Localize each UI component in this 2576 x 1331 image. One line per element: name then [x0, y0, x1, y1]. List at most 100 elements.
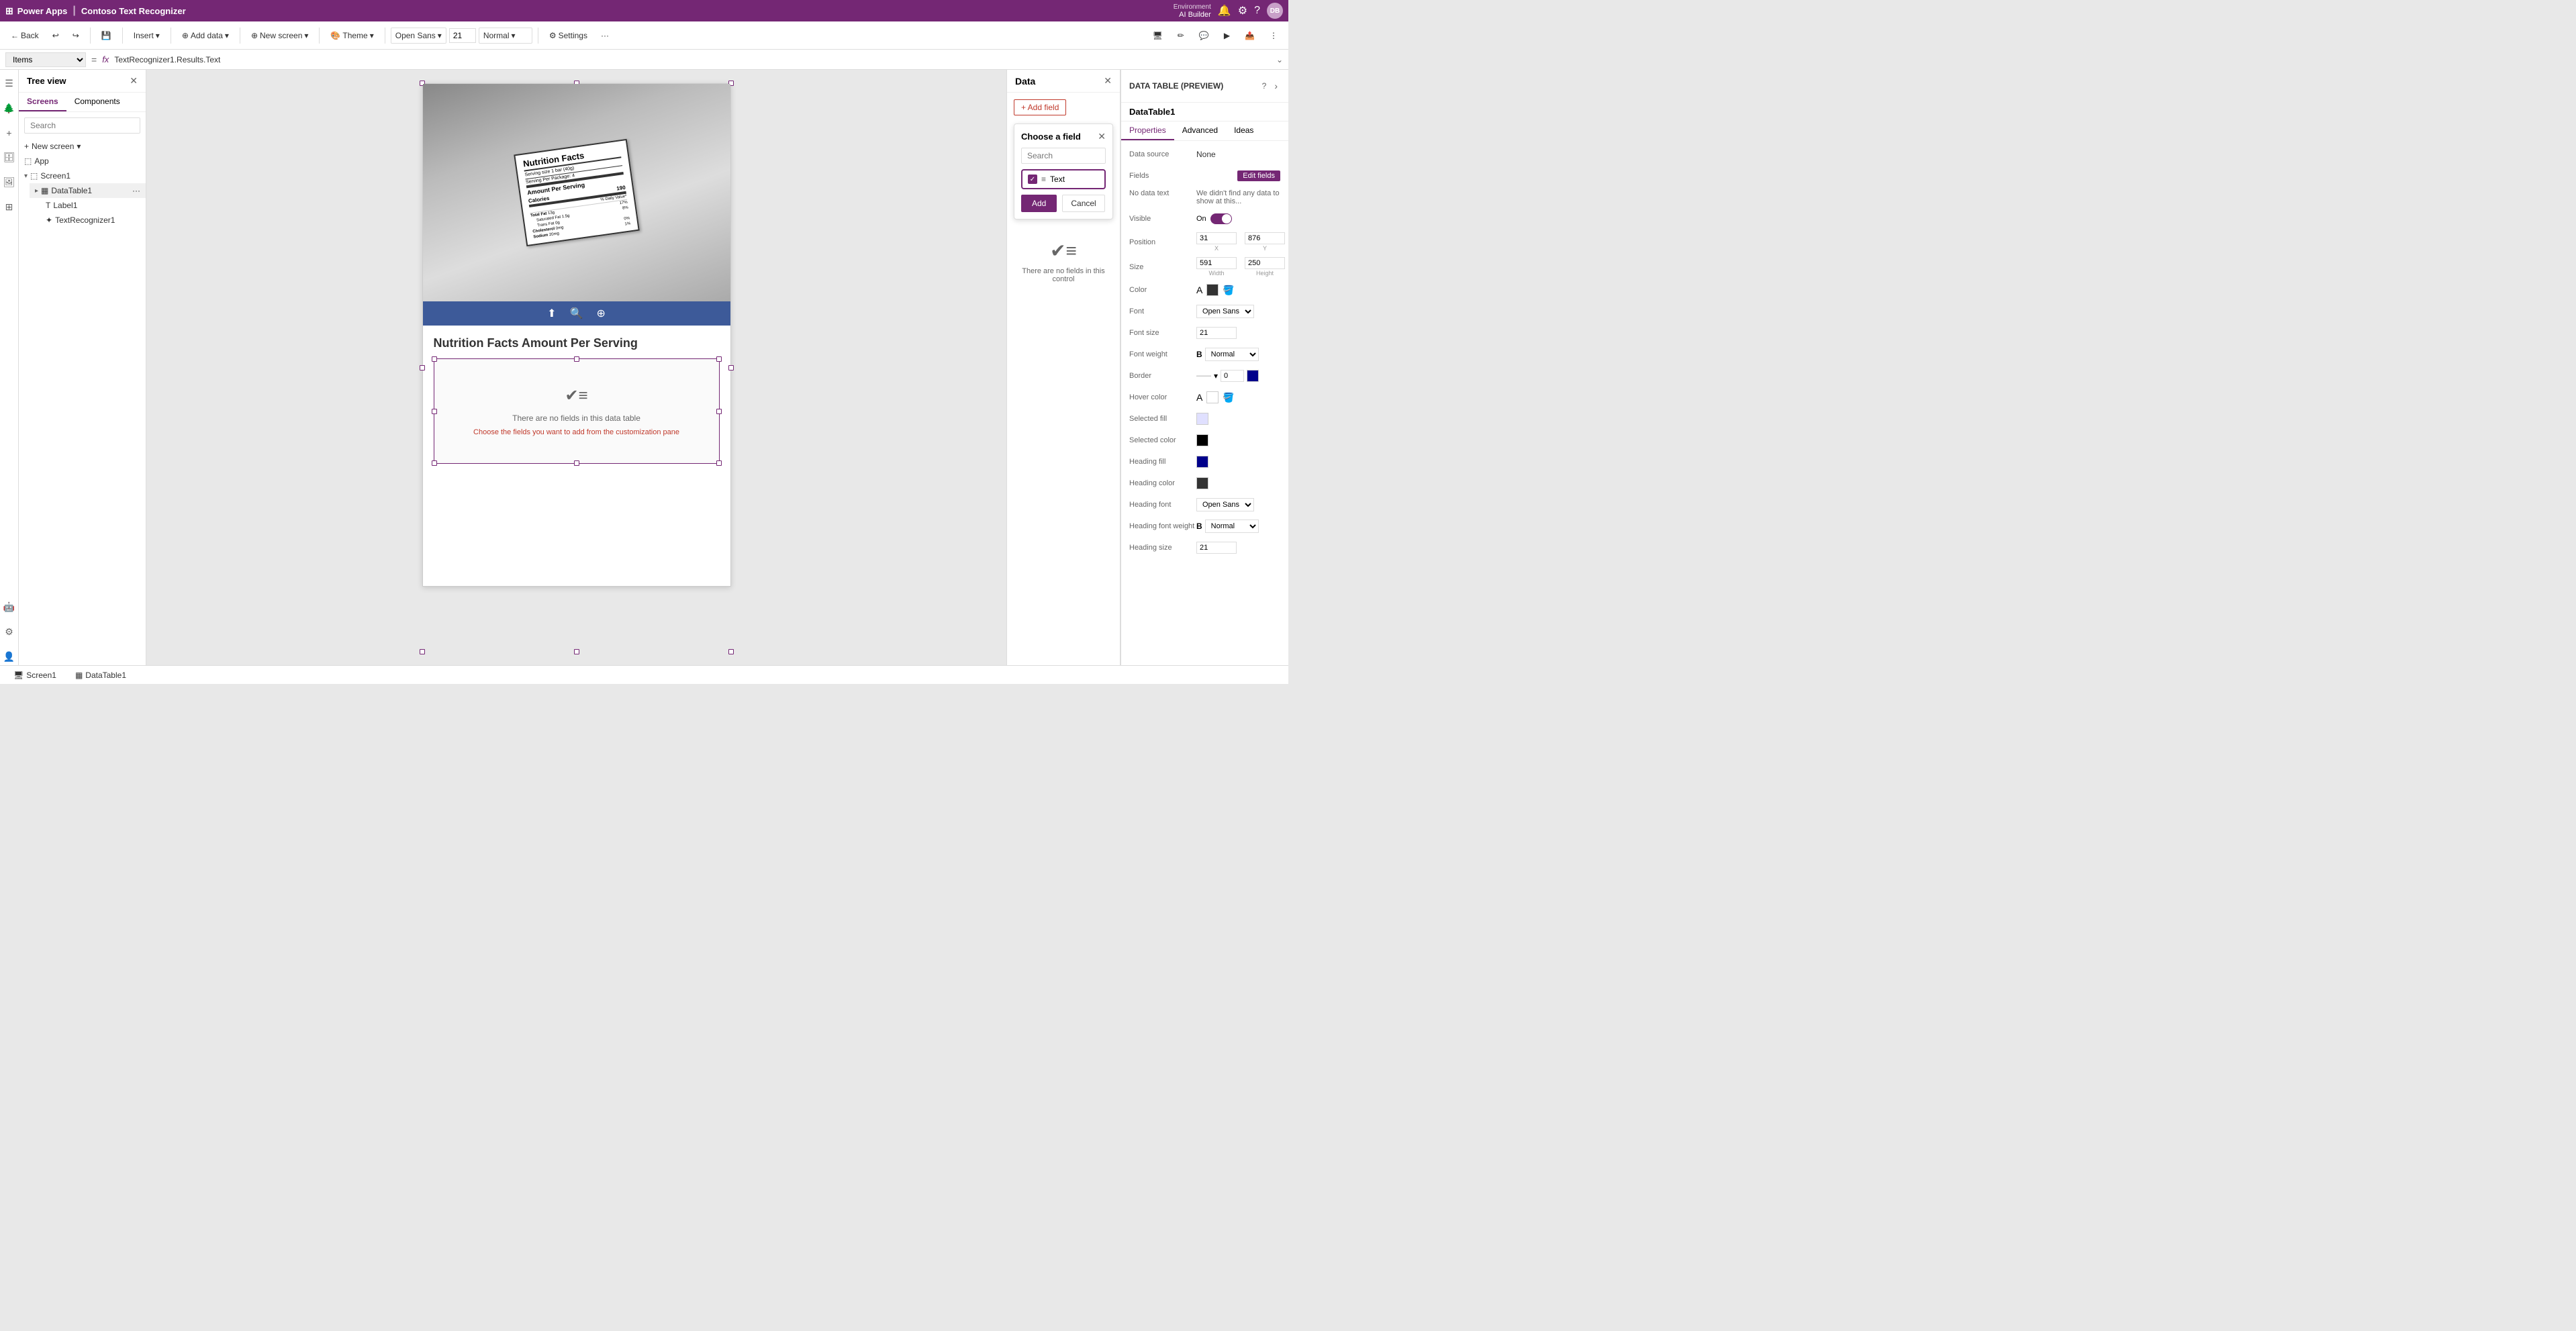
resize-bl[interactable] — [420, 649, 425, 654]
sidebar-ai-icon[interactable]: 🤖 — [1, 599, 17, 615]
datatable-more-icon[interactable]: ··· — [132, 186, 140, 195]
color-fill-icon[interactable]: 🪣 — [1223, 285, 1234, 296]
insert-button[interactable]: Insert ▾ — [128, 28, 165, 43]
toolbar-icon3[interactable]: 💬 — [1194, 28, 1214, 43]
add-data-button[interactable]: ⊕ Add data ▾ — [177, 28, 234, 43]
sidebar-tree-icon[interactable]: 🌲 — [1, 100, 17, 117]
sidebar-components-icon[interactable]: ⊞ — [3, 199, 16, 215]
tab-ideas[interactable]: Ideas — [1226, 121, 1261, 140]
tree-item-datatable1[interactable]: ▸ ▦ DataTable1 ··· — [30, 183, 146, 198]
border-width-input[interactable] — [1221, 370, 1244, 382]
help-icon[interactable]: ? — [1254, 5, 1260, 17]
toolbar-icon2[interactable]: ✏ — [1172, 28, 1190, 43]
add-field-button[interactable]: + Add field — [1014, 99, 1066, 115]
dt-rh-tr[interactable] — [716, 356, 722, 362]
width-input[interactable] — [1196, 257, 1237, 269]
resize-ml[interactable] — [420, 365, 425, 371]
tree-close-button[interactable]: ✕ — [130, 75, 138, 87]
sidebar-data-icon[interactable]: 🗄 — [1, 149, 18, 166]
dt-rh-bc[interactable] — [574, 460, 579, 466]
notification-icon[interactable]: 🔔 — [1218, 4, 1231, 17]
hover-color-swatch[interactable] — [1206, 391, 1219, 403]
tree-panel: Tree view ✕ Screens Components + New scr… — [19, 70, 146, 665]
tree-item-label1[interactable]: T Label1 — [40, 198, 146, 213]
font-weight-dropdown[interactable]: Normal ▾ — [479, 28, 532, 44]
more-button[interactable]: ··· — [595, 28, 614, 43]
tree-search-input[interactable] — [24, 117, 140, 134]
img-search-icon[interactable]: 🔍 — [570, 307, 583, 320]
undo-button[interactable]: ↩ — [47, 28, 64, 43]
headingfill-swatch[interactable] — [1196, 456, 1208, 468]
props-help-icon[interactable]: ? — [1262, 81, 1267, 91]
save-button[interactable]: 💾 — [96, 28, 117, 43]
sidebar-hamburger-icon[interactable]: ☰ — [2, 75, 16, 92]
tab-screens[interactable]: Screens — [19, 93, 66, 111]
img-zoom-icon[interactable]: ⊕ — [596, 307, 605, 320]
tab-advanced[interactable]: Advanced — [1174, 121, 1226, 140]
choose-field-cancel-button[interactable]: Cancel — [1062, 195, 1104, 212]
sidebar-insert-icon[interactable]: + — [3, 125, 14, 141]
fontsize-input[interactable] — [1196, 327, 1237, 339]
sidebar-settings-icon[interactable]: ⚙ — [2, 624, 16, 640]
sidebar-user-icon[interactable]: 👤 — [1, 648, 17, 665]
dt-rh-bl[interactable] — [432, 460, 437, 466]
user-avatar[interactable]: DB — [1267, 3, 1283, 19]
back-button[interactable]: ← Back — [5, 28, 44, 43]
font-dropdown[interactable]: Open Sans ▾ — [391, 28, 446, 44]
choose-field-search-input[interactable] — [1021, 148, 1106, 164]
x-input[interactable] — [1196, 232, 1237, 244]
tree-item-app[interactable]: ⬚ App — [19, 154, 146, 168]
selectedcolor-swatch[interactable] — [1196, 434, 1208, 446]
field-option-text[interactable]: ✓ ≡ Text — [1021, 169, 1106, 189]
selectedfill-swatch[interactable] — [1196, 413, 1208, 425]
dt-rh-tl[interactable] — [432, 356, 437, 362]
choose-field-close-button[interactable]: ✕ — [1098, 131, 1106, 142]
settings-button[interactable]: ⚙ Settings — [544, 28, 593, 43]
tree-item-textrecognizer1[interactable]: ✦ TextRecognizer1 — [40, 213, 146, 228]
play-button[interactable]: ▶ — [1219, 28, 1235, 43]
data-panel-close-button[interactable]: ✕ — [1104, 75, 1112, 87]
props-back-button[interactable]: › — [1272, 75, 1280, 97]
font-prop-dropdown[interactable]: Open Sans — [1196, 305, 1254, 318]
formula-chevron[interactable]: ⌄ — [1276, 55, 1283, 64]
resize-mr[interactable] — [728, 365, 734, 371]
new-screen-tree-button[interactable]: + New screen ▾ — [19, 139, 146, 154]
props-row-hovercolor: Hover color A 🪣 — [1129, 389, 1280, 405]
border-color-swatch[interactable] — [1247, 370, 1259, 382]
bottom-tab-datatable1[interactable]: ▦ DataTable1 — [70, 669, 132, 681]
visible-toggle[interactable] — [1210, 213, 1232, 224]
height-input[interactable] — [1245, 257, 1285, 269]
tab-properties[interactable]: Properties — [1121, 121, 1174, 140]
headingfont-dropdown[interactable]: Open Sans — [1196, 498, 1254, 511]
settings-icon[interactable]: ⚙ — [1238, 4, 1247, 17]
headingcolor-swatch[interactable] — [1196, 477, 1208, 489]
choose-field-add-button[interactable]: Add — [1021, 195, 1057, 212]
y-input[interactable] — [1245, 232, 1285, 244]
toolbar-icon1[interactable]: 🖥 — [1147, 28, 1168, 43]
sidebar-media-icon[interactable]: 🖼 — [1, 174, 18, 191]
hover-fill-icon[interactable]: 🪣 — [1223, 392, 1234, 403]
publish-button[interactable]: 📤 — [1239, 28, 1260, 43]
font-size-input[interactable] — [449, 28, 476, 43]
more2-button[interactable]: ⋮ — [1264, 28, 1283, 43]
dt-rh-br[interactable] — [716, 460, 722, 466]
datatable-selected[interactable]: ✔≡ There are no fields in this data tabl… — [434, 358, 720, 464]
bottom-tab-screen1[interactable]: 🖥 Screen1 — [8, 669, 62, 681]
dt-rh-mr[interactable] — [716, 409, 722, 414]
edit-fields-button[interactable]: Edit fields — [1237, 170, 1280, 181]
dt-rh-ml[interactable] — [432, 409, 437, 414]
resize-br[interactable] — [728, 649, 734, 654]
headingfontweight-dropdown[interactable]: Normal — [1205, 520, 1259, 533]
tab-components[interactable]: Components — [66, 93, 128, 111]
color-swatch[interactable] — [1206, 284, 1219, 296]
items-select[interactable]: Items — [5, 52, 86, 67]
fontweight-dropdown[interactable]: Normal — [1205, 348, 1259, 361]
dt-rh-tc[interactable] — [574, 356, 579, 362]
redo-button[interactable]: ↪ — [67, 28, 85, 43]
upload-icon[interactable]: ⬆ — [547, 307, 556, 320]
tree-item-screen1[interactable]: ▾ ⬚ Screen1 — [19, 168, 146, 183]
resize-bc[interactable] — [574, 649, 579, 654]
new-screen-button[interactable]: ⊕ New screen ▾ — [246, 28, 314, 43]
theme-button[interactable]: 🎨 Theme ▾ — [325, 28, 379, 43]
headingsize-input[interactable] — [1196, 542, 1237, 554]
